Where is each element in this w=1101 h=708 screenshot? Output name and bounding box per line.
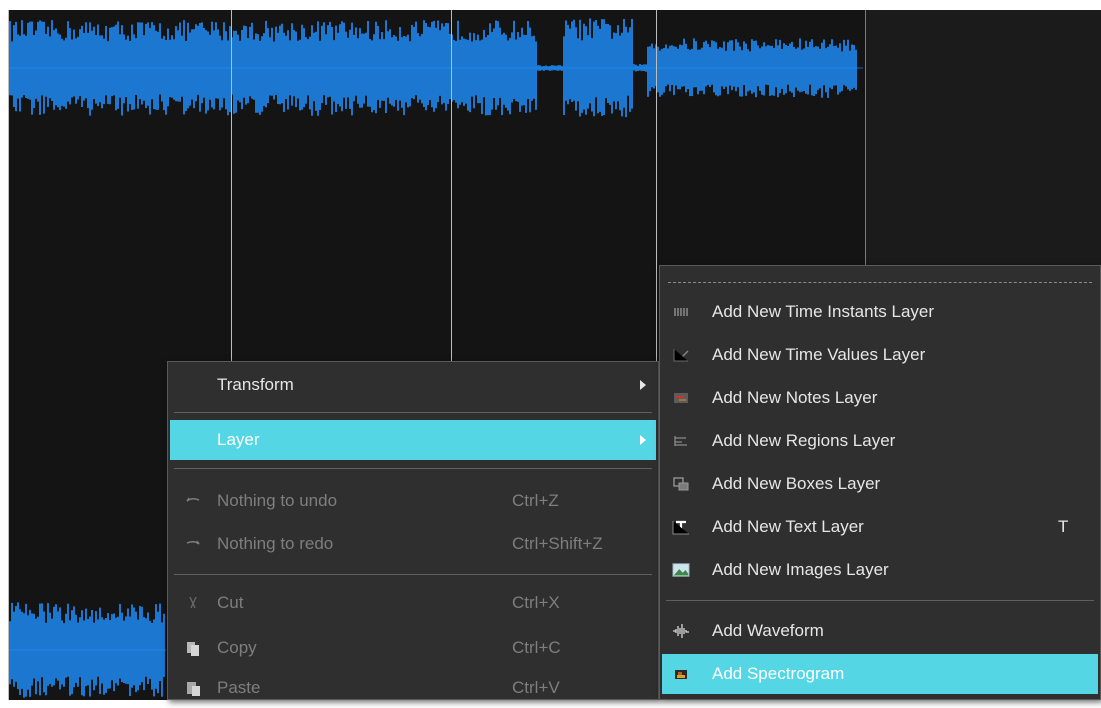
regions-icon [674,436,687,446]
submenu-item-regions[interactable]: Add New Regions Layer [662,421,1098,461]
submenu-arrow-icon [640,435,646,445]
submenu-item-label: Add New Text Layer [712,517,864,536]
menu-item-shortcut: Ctrl+Z [512,491,559,510]
layer-submenu: Add New Time Instants Layer Add New Time… [659,265,1101,700]
menu-item-redo[interactable]: Nothing to redo Ctrl+Shift+Z [170,524,656,564]
menu-separator [666,600,1094,601]
notes-icon [674,393,688,403]
submenu-item-label: Add New Notes Layer [712,388,878,407]
submenu-item-time-values[interactable]: Add New Time Values Layer [662,335,1098,375]
menu-item-undo[interactable]: Nothing to undo Ctrl+Z [170,481,656,521]
redo-icon [186,540,200,545]
menu-item-copy[interactable]: Copy Ctrl+C [170,628,656,668]
menu-separator [174,574,652,575]
submenu-item-label: Add Waveform [712,621,824,640]
menu-item-label: Nothing to redo [217,534,334,553]
menu-item-shortcut: Ctrl+C [512,638,561,657]
copy-icon [187,642,199,656]
menu-separator [174,468,652,469]
menu-item-transform[interactable]: Transform [170,365,656,405]
submenu-item-label: Add New Boxes Layer [712,474,881,493]
window-top-edge [0,0,1101,10]
submenu-item-label: Add New Time Values Layer [712,345,926,364]
waveform-top [8,18,863,118]
submenu-item-boxes[interactable]: Add New Boxes Layer [662,464,1098,504]
menu-item-cut[interactable]: Cut Ctrl+X [170,583,656,623]
menu-separator [174,412,652,413]
menu-item-label: Nothing to undo [217,491,338,510]
submenu-item-text[interactable]: Add New Text Layer T [662,507,1098,547]
submenu-item-time-instants[interactable]: Add New Time Instants Layer [662,292,1098,332]
menu-item-shortcut: Ctrl+V [512,678,560,697]
cut-icon [189,596,197,609]
submenu-item-waveform[interactable]: Add Waveform [662,611,1098,651]
submenu-item-label: Add New Images Layer [712,560,889,579]
submenu-item-notes[interactable]: Add New Notes Layer [662,378,1098,418]
submenu-item-spectrogram[interactable]: Add Spectrogram [662,654,1098,694]
images-icon [672,563,690,577]
context-menu: Transform Layer Nothing to undo Ctrl+Z N… [167,361,659,700]
boxes-icon [673,477,689,491]
submenu-item-label: Add New Time Instants Layer [712,302,935,321]
undo-icon [186,497,200,502]
menu-item-shortcut: Ctrl+X [512,593,560,612]
submenu-arrow-icon [640,380,646,390]
submenu-item-shortcut: T [1058,517,1069,536]
submenu-item-label: Add Spectrogram [712,664,845,683]
tearoff-handle[interactable] [668,282,1092,283]
spectrogram-icon [675,670,687,679]
waveform-bottom [8,602,166,698]
menu-item-label: Transform [217,375,294,394]
text-icon [672,520,689,535]
time-ruler-line [8,10,9,700]
submenu-item-label: Add New Regions Layer [712,431,896,450]
menu-item-shortcut: Ctrl+Shift+Z [512,534,603,553]
menu-item-label: Cut [217,593,244,612]
menu-item-label: Layer [217,430,260,449]
menu-item-label: Copy [217,638,257,657]
paste-icon [187,682,200,696]
time-instants-icon [674,308,688,316]
submenu-item-images[interactable]: Add New Images Layer [662,550,1098,590]
menu-item-label: Paste [217,678,261,697]
waveform-icon [673,624,689,638]
time-values-icon [673,349,689,362]
menu-item-layer[interactable]: Layer [170,420,656,460]
menu-item-paste[interactable]: Paste Ctrl+V [170,668,656,708]
